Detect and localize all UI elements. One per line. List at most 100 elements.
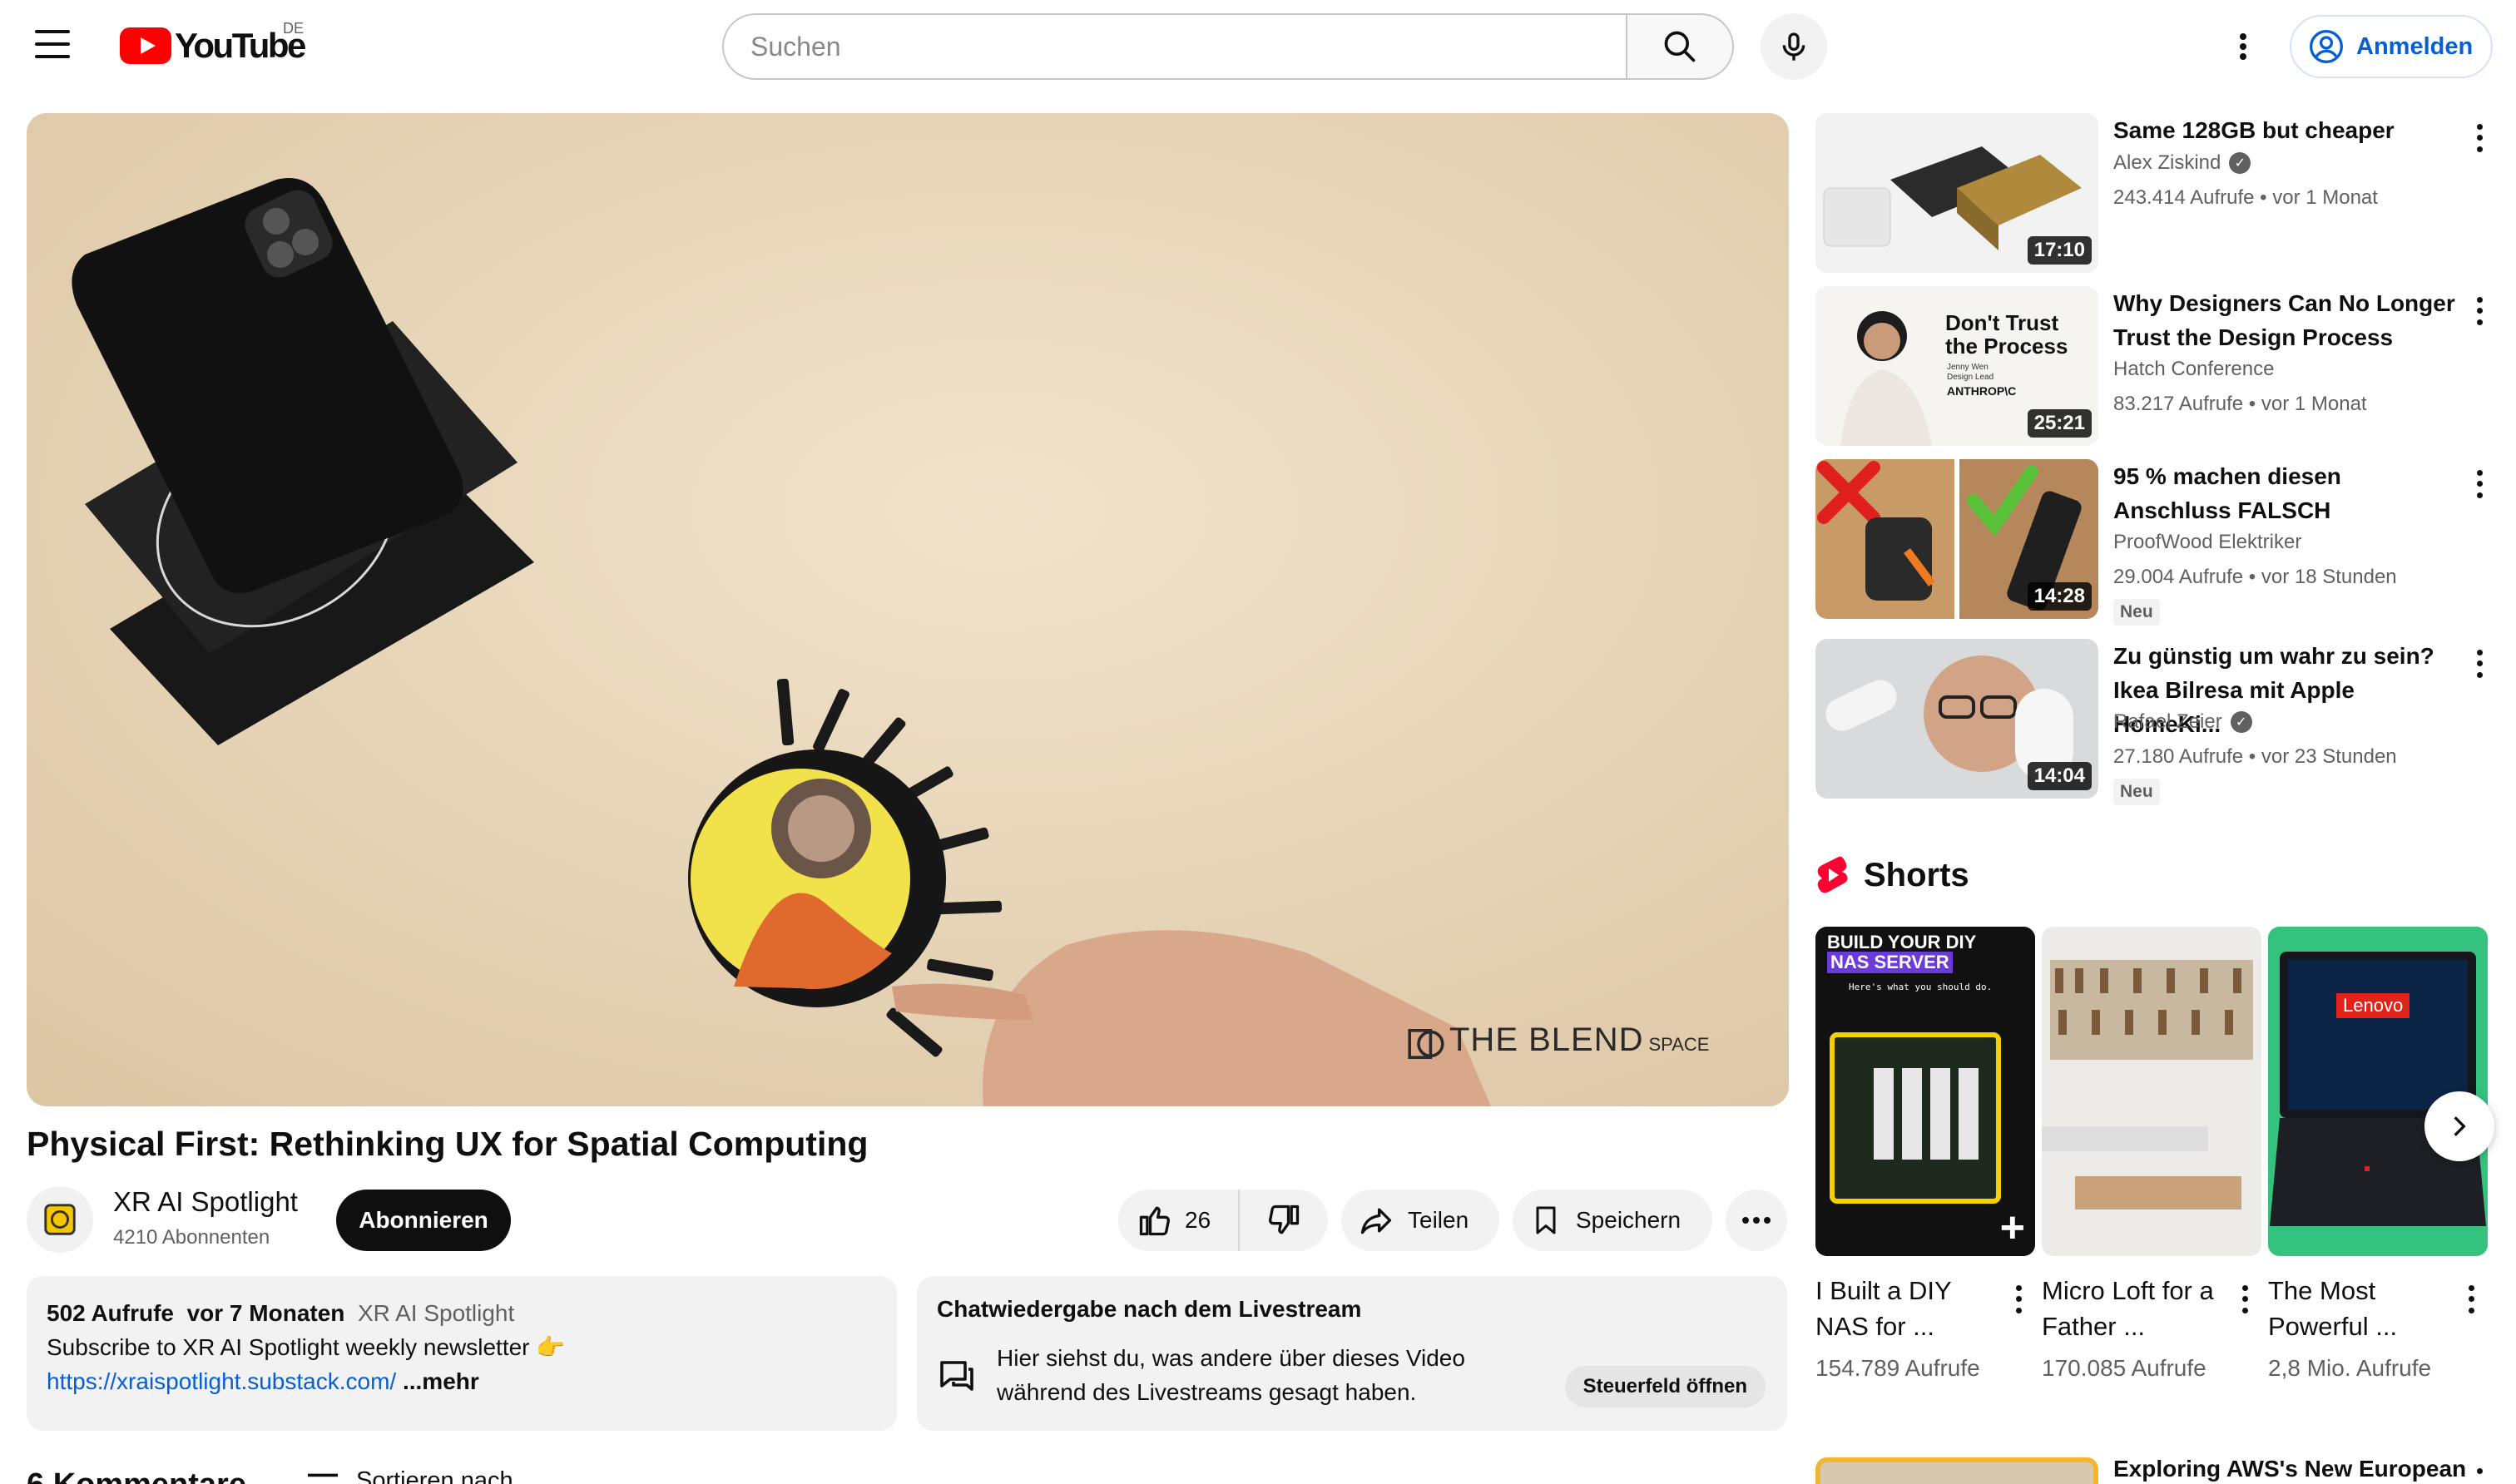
new-badge: Neu [2113, 779, 2160, 805]
add-icon[interactable]: + [2000, 1206, 2025, 1249]
short-title[interactable]: Micro Loft for a Father ... [2042, 1273, 2216, 1344]
kebab-menu-icon[interactable] [2010, 1283, 2027, 1316]
show-more-link[interactable]: ...mehr [403, 1368, 479, 1394]
thumbs-up-icon [1139, 1206, 1171, 1236]
shorts-header: Shorts [1815, 855, 1969, 895]
channel-avatar[interactable] [27, 1186, 93, 1253]
chevron-right-icon [2454, 1116, 2466, 1136]
recommendation-meta: 83.217 Aufrufe • vor 1 Monat [2113, 393, 2367, 415]
thumb-brand: ANTHROP\C [1947, 384, 2017, 398]
like-dislike-group: 26 [1118, 1190, 1328, 1251]
channel-logo-icon [44, 1204, 76, 1235]
kebab-menu-icon[interactable] [2471, 647, 2488, 680]
dislike-button[interactable] [1240, 1190, 1328, 1251]
recommendation-title[interactable]: Why Designers Can No Longer Trust the De… [2113, 286, 2463, 354]
search-icon [1664, 31, 1696, 62]
upload-age: vor 7 Monaten [186, 1300, 345, 1326]
kebab-menu-icon[interactable] [2463, 1283, 2479, 1316]
recommendation-item[interactable]: 17:10 Same 128GB but cheaper Alex Ziskin… [1815, 113, 2498, 273]
share-icon [1360, 1208, 1392, 1234]
short-title[interactable]: I Built a DIY NAS for ... [1815, 1273, 1990, 1344]
description-meta: 502 Aufrufe vor 7 Monaten XR AI Spotligh… [47, 1296, 877, 1330]
settings-kebab-icon[interactable] [2226, 30, 2260, 63]
share-label: Teilen [1408, 1207, 1469, 1233]
more-horizontal-icon [1742, 1217, 1771, 1224]
bookmark-icon [1536, 1206, 1556, 1234]
recommendation-title[interactable]: Same 128GB but cheaper [2113, 113, 2463, 147]
kebab-menu-icon[interactable] [2471, 467, 2488, 501]
recommendation-item[interactable]: 14:04 Zu günstig um wahr zu sein? Ikea B… [1815, 639, 2498, 805]
like-button[interactable]: 26 [1118, 1190, 1240, 1251]
short-title[interactable]: The Most Powerful ... [2268, 1273, 2443, 1344]
menu-icon[interactable] [35, 30, 70, 58]
video-duration: 25:21 [2027, 409, 2092, 438]
video-player[interactable]: THE BLEND SPACE [27, 113, 1789, 1106]
youtube-play-icon [120, 27, 171, 64]
recommendation-title[interactable]: Exploring AWS's New European [2113, 1456, 2466, 1482]
open-panel-button[interactable]: Steuerfeld öffnen [1564, 1366, 1766, 1407]
chat-replay-text: Hier siehst du, was andere über dieses V… [997, 1345, 1465, 1405]
channel-label: ProofWood Elektriker [2113, 531, 2302, 553]
recommendation-channel[interactable]: Alex Ziskind ✓ [2113, 151, 2251, 175]
youtube-logo[interactable]: YouTube [120, 25, 306, 67]
channel-label: Alex Ziskind [2113, 151, 2221, 174]
account-icon [2310, 30, 2343, 63]
like-count: 26 [1185, 1207, 1211, 1233]
kebab-menu-icon[interactable] [2471, 1462, 2488, 1484]
recommendation-thumbnail[interactable]: 17:10 [1815, 113, 2098, 273]
voice-search-button[interactable] [1761, 13, 1827, 80]
sort-label[interactable]: Sortieren nach [356, 1467, 513, 1484]
kebab-menu-icon[interactable] [2236, 1283, 2253, 1316]
description-text: Subscribe to XR AI Spotlight weekly news… [47, 1334, 566, 1360]
description-box[interactable]: 502 Aufrufe vor 7 Monaten XR AI Spotligh… [27, 1276, 897, 1431]
shorts-label: Shorts [1864, 856, 1969, 893]
thumb-headline: Don't Trust the Process [1945, 310, 2068, 359]
shorts-icon [1817, 856, 1848, 893]
more-actions-button[interactable] [1726, 1190, 1787, 1251]
save-button[interactable]: Speichern [1513, 1190, 1712, 1251]
short-views: 2,8 Mio. Aufrufe [2268, 1355, 2432, 1381]
short-thumb-line1: BUILD YOUR DIY [1827, 932, 1977, 952]
search-button[interactable] [1626, 13, 1734, 80]
short-thumbnail[interactable] [2042, 927, 2261, 1256]
recommendation-title[interactable]: 95 % machen diesen Anschluss FALSCH [2113, 459, 2463, 527]
description-tag[interactable]: XR AI Spotlight [358, 1300, 514, 1326]
channel-name[interactable]: XR AI Spotlight [113, 1186, 298, 1218]
recommendation-thumbnail[interactable] [1815, 1457, 2098, 1484]
verified-icon: ✓ [2230, 711, 2252, 733]
chat-replay-panel: Chatwiedergabe nach dem Livestream Hier … [917, 1276, 1787, 1431]
short-thumbnail[interactable]: BUILD YOUR DIY NAS SERVER Here's what yo… [1815, 927, 2035, 1256]
signin-button[interactable]: Anmelden [2290, 15, 2493, 78]
kebab-menu-icon[interactable] [2471, 294, 2488, 328]
short-item[interactable]: Micro Loft for a Father ... 170.085 Aufr… [2042, 927, 2261, 1385]
lenovo-logo: Lenovo [2336, 993, 2410, 1018]
save-label: Speichern [1576, 1207, 1681, 1233]
kebab-menu-icon[interactable] [2471, 121, 2488, 155]
shorts-next-button[interactable] [2424, 1091, 2494, 1161]
view-count: 502 Aufrufe [47, 1300, 175, 1326]
thumb-speaker: Jenny Wen [1947, 363, 1989, 372]
recommendation-channel[interactable]: ProofWood Elektriker [2113, 531, 2301, 554]
search-input[interactable] [722, 13, 1627, 80]
recommendation-thumbnail[interactable]: Don't Trust the Process Jenny Wen Design… [1815, 286, 2098, 446]
recommendation-item[interactable]: 14:28 95 % machen diesen Anschluss FALSC… [1815, 459, 2498, 626]
subscribe-button[interactable]: Abonnieren [336, 1190, 511, 1251]
recommendation-channel[interactable]: Hatch Conference [2113, 358, 2274, 381]
video-title: Physical First: Rethinking UX for Spatia… [27, 1125, 869, 1163]
recommendation-channel[interactable]: Rafael Zeier ✓ [2113, 710, 2252, 734]
signin-label: Anmelden [2356, 32, 2474, 60]
thumbs-down-icon [1268, 1205, 1300, 1234]
channel-label: Hatch Conference [2113, 358, 2275, 380]
sort-icon[interactable] [305, 1471, 341, 1484]
short-thumb-line2: NAS SERVER [1827, 952, 1953, 973]
description-link[interactable]: https://xraispotlight.substack.com/ [47, 1368, 396, 1394]
share-button[interactable]: Teilen [1341, 1190, 1499, 1251]
recommendation-item[interactable]: Don't Trust the Process Jenny Wen Design… [1815, 286, 2498, 446]
recommendation-thumbnail[interactable]: 14:04 [1815, 639, 2098, 799]
short-thumb-line3: Here's what you should do. [1849, 982, 1993, 992]
recommendation-item[interactable]: Exploring AWS's New European [1815, 1456, 2498, 1484]
short-views: 154.789 Aufrufe [1815, 1355, 1980, 1381]
recommendation-thumbnail[interactable]: 14:28 [1815, 459, 2098, 619]
short-item[interactable]: BUILD YOUR DIY NAS SERVER Here's what yo… [1815, 927, 2035, 1385]
new-badge: Neu [2113, 599, 2160, 626]
